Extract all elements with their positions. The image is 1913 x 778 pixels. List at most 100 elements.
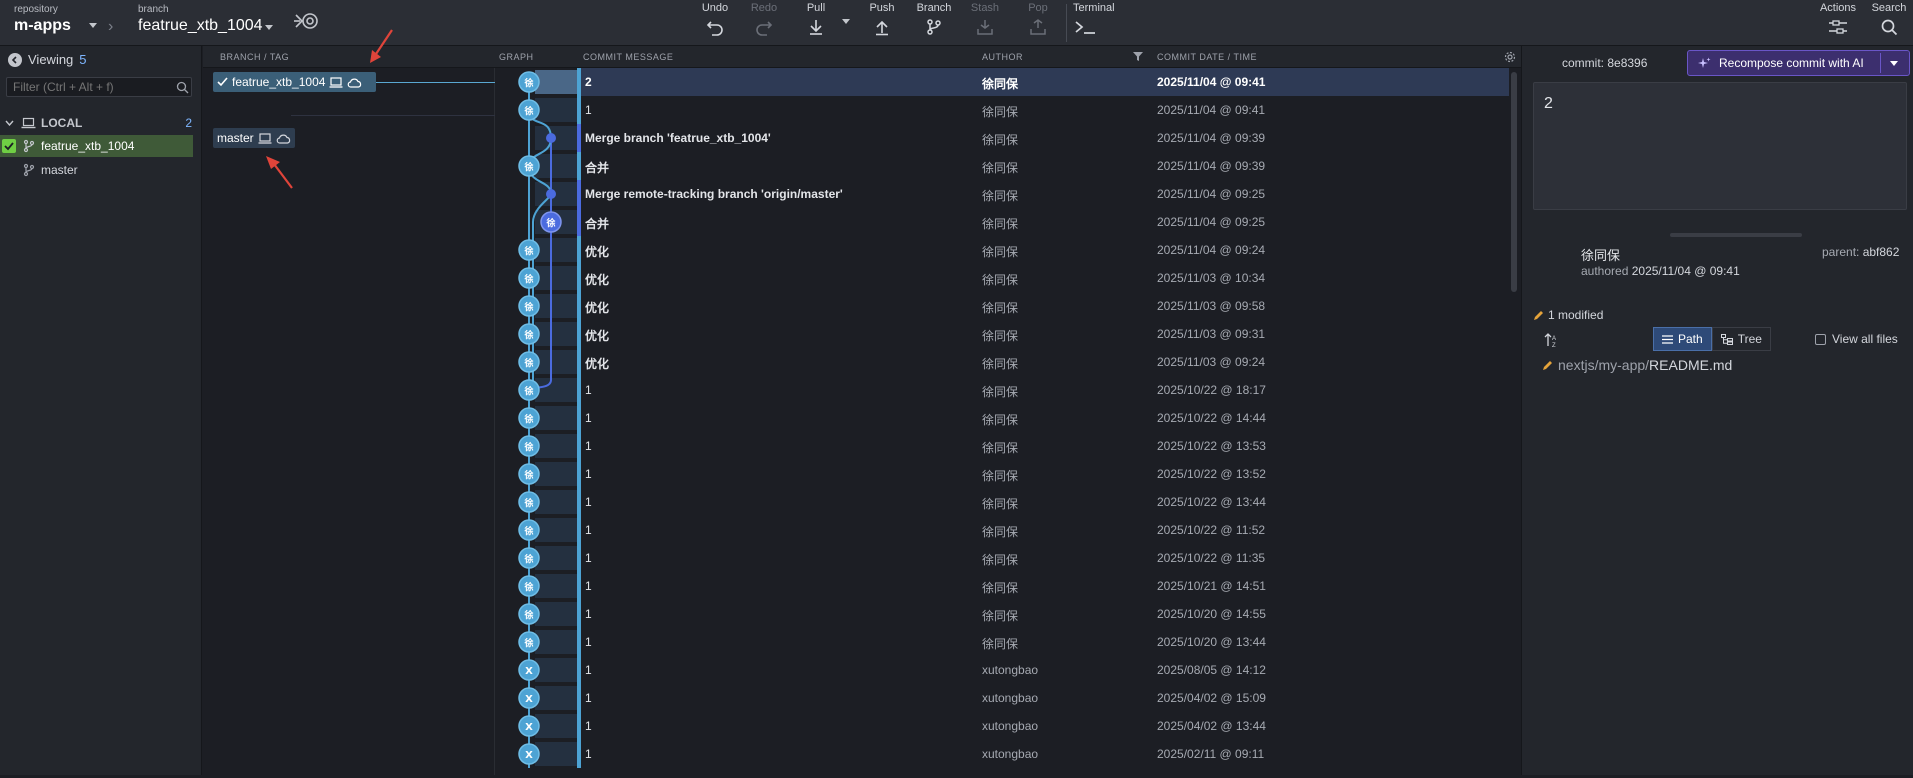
recompose-ai-button[interactable]: Recompose commit with AI: [1687, 50, 1910, 76]
commit-message-box[interactable]: 2: [1533, 82, 1907, 210]
commit-sha[interactable]: 8e8396: [1607, 56, 1647, 70]
commit-row[interactable]: 1 xutongbao 2025/04/02 @ 13:44: [577, 712, 1510, 740]
row-color-bar: [577, 432, 581, 460]
commit-row[interactable]: 合并 徐同保 2025/11/04 @ 09:25: [577, 208, 1510, 236]
file-directory: nextjs/my-app/: [1558, 357, 1650, 373]
terminal-label: Terminal: [1073, 2, 1115, 14]
commit-row[interactable]: 1 徐同保 2025/10/22 @ 18:17: [577, 376, 1510, 404]
pop-button[interactable]: Pop: [1020, 0, 1056, 46]
commit-list: 2 徐同保 2025/11/04 @ 09:41 1 徐同保 2025/11/04 @ 0…: [577, 68, 1510, 775]
commit-message: 1: [585, 551, 592, 565]
changed-file-row[interactable]: nextjs/my-app/README.md: [1542, 357, 1732, 373]
pop-icon: [1030, 19, 1046, 35]
actions-button[interactable]: Actions: [1818, 0, 1858, 46]
branch-item-featrue-xtb-1004[interactable]: featrue_xtb_1004: [0, 135, 193, 157]
undo-button[interactable]: Undo: [697, 0, 733, 46]
graph-row-strip: [535, 378, 577, 402]
commit-details-panel: commit: 8e8396 Recompose commit with AI …: [1521, 46, 1913, 775]
commit-row[interactable]: 1 徐同保 2025/10/22 @ 13:52: [577, 460, 1510, 488]
filter-search-icon: [176, 81, 189, 94]
scroll-thumb[interactable]: [1511, 72, 1517, 292]
sort-az-icon[interactable]: AZ: [1544, 332, 1560, 348]
branch-tag-current[interactable]: featrue_xtb_1004: [213, 72, 376, 92]
commit-row[interactable]: 1 徐同保 2025/10/20 @ 14:55: [577, 600, 1510, 628]
pull-options-chevron-icon[interactable]: [842, 19, 850, 24]
repo-chevron-down-icon[interactable]: [89, 23, 97, 28]
graph-row-strip: [535, 462, 577, 486]
view-all-checkbox[interactable]: [1815, 333, 1826, 345]
commit-row[interactable]: 1 徐同保 2025/10/20 @ 13:44: [577, 628, 1510, 656]
resize-handle[interactable]: [1670, 233, 1802, 237]
svg-text:Z: Z: [1552, 343, 1556, 348]
commit-author: 徐同保: [982, 217, 1019, 231]
commit-date: 2025/11/03 @ 10:34: [1157, 271, 1266, 285]
commit-row[interactable]: 合并 徐同保 2025/11/04 @ 09:39: [577, 152, 1510, 180]
checkbox-checked-icon[interactable]: [2, 139, 16, 153]
modified-summary: 1 modified: [1533, 308, 1603, 322]
commit-row[interactable]: Merge remote-tracking branch 'origin/mas…: [577, 180, 1510, 208]
filter-funnel-icon[interactable]: [1132, 51, 1144, 62]
commit-row[interactable]: 1 徐同保 2025/10/22 @ 11:52: [577, 516, 1510, 544]
filter-input[interactable]: [6, 77, 192, 97]
commit-row[interactable]: 1 徐同保 2025/10/21 @ 14:51: [577, 572, 1510, 600]
redo-label: Redo: [750, 2, 778, 14]
push-button[interactable]: Push: [864, 0, 900, 46]
commit-row[interactable]: 1 徐同保 2025/11/04 @ 09:41: [577, 96, 1510, 124]
stash-button[interactable]: Stash: [967, 0, 1003, 46]
viewing-label: Viewing: [28, 52, 74, 67]
column-author[interactable]: AUTHOR: [982, 52, 1023, 62]
collapse-panel-icon[interactable]: [8, 52, 22, 67]
column-branch-tag[interactable]: BRANCH / TAG: [220, 52, 289, 62]
commit-row[interactable]: 优化 徐同保 2025/11/03 @ 09:31: [577, 320, 1510, 348]
commit-row[interactable]: 2 徐同保 2025/11/04 @ 09:41: [577, 68, 1510, 96]
column-graph[interactable]: GRAPH: [499, 52, 534, 62]
repository-selector[interactable]: m-apps: [14, 17, 71, 35]
avatar-initial: 徐: [523, 357, 533, 369]
actions-label: Actions: [1819, 2, 1857, 14]
commit-row[interactable]: 1 徐同保 2025/10/22 @ 14:44: [577, 404, 1510, 432]
parent-sha[interactable]: abf862: [1863, 245, 1900, 259]
branch-button[interactable]: Branch: [913, 0, 955, 46]
tree-view-button[interactable]: Tree: [1711, 327, 1771, 351]
view-all-files-toggle[interactable]: View all files: [1815, 332, 1898, 346]
commit-row[interactable]: 1 徐同保 2025/10/22 @ 11:35: [577, 544, 1510, 572]
commit-row[interactable]: 1 xutongbao 2025/02/11 @ 09:11: [577, 740, 1510, 768]
settings-gear-icon[interactable]: [1504, 51, 1516, 63]
path-view-button[interactable]: Path: [1653, 327, 1712, 351]
terminal-button[interactable]: Terminal: [1073, 0, 1115, 46]
graph-row-strip: [535, 630, 577, 654]
commit-row[interactable]: 优化 徐同保 2025/11/04 @ 09:24: [577, 236, 1510, 264]
commit-id: commit: 8e8396: [1562, 56, 1647, 70]
commit-row[interactable]: Merge branch 'featrue_xtb_1004' 徐同保 2025/1…: [577, 124, 1510, 152]
local-section-header[interactable]: LOCAL 2: [0, 112, 202, 134]
redo-button[interactable]: Redo: [746, 0, 782, 46]
row-color-bar: [577, 152, 581, 180]
branch-tag-master[interactable]: master: [213, 128, 295, 148]
commit-date: 2025/11/03 @ 09:24: [1157, 355, 1266, 369]
pull-button[interactable]: Pull: [798, 0, 834, 46]
column-commit-message[interactable]: COMMIT MESSAGE: [583, 52, 673, 62]
commit-row[interactable]: 1 xutongbao 2025/08/05 @ 14:12: [577, 656, 1510, 684]
branch-item-master[interactable]: master: [0, 159, 193, 181]
commit-row[interactable]: 1 徐同保 2025/10/22 @ 13:44: [577, 488, 1510, 516]
pop-label: Pop: [1028, 2, 1048, 14]
column-commit-date[interactable]: COMMIT DATE / TIME: [1157, 52, 1257, 62]
avatar-initial: 徐: [523, 441, 533, 453]
recompose-chevron-down-icon[interactable]: [1890, 61, 1898, 66]
graph-row-strip: [535, 238, 577, 262]
avatar-initial: 徐: [523, 413, 533, 425]
branch-selector[interactable]: featrue_xtb_1004: [138, 17, 263, 35]
lfs-icon[interactable]: [292, 10, 320, 32]
avatar-initial: 徐: [523, 553, 533, 565]
commit-row[interactable]: 优化 徐同保 2025/11/03 @ 10:34: [577, 264, 1510, 292]
commit-row[interactable]: 1 徐同保 2025/10/22 @ 13:53: [577, 432, 1510, 460]
branch-chevron-down-icon[interactable]: [265, 25, 273, 30]
search-button[interactable]: Search: [1869, 0, 1909, 46]
commit-author: 徐同保: [982, 357, 1019, 371]
commit-row[interactable]: 优化 徐同保 2025/11/03 @ 09:58: [577, 292, 1510, 320]
commit-row[interactable]: 1 xutongbao 2025/04/02 @ 15:09: [577, 684, 1510, 712]
commit-author: 徐同保: [982, 301, 1019, 315]
master-connector-line: [291, 115, 495, 116]
commit-list-scrollbar[interactable]: [1509, 68, 1519, 775]
commit-row[interactable]: 优化 徐同保 2025/11/03 @ 09:24: [577, 348, 1510, 376]
